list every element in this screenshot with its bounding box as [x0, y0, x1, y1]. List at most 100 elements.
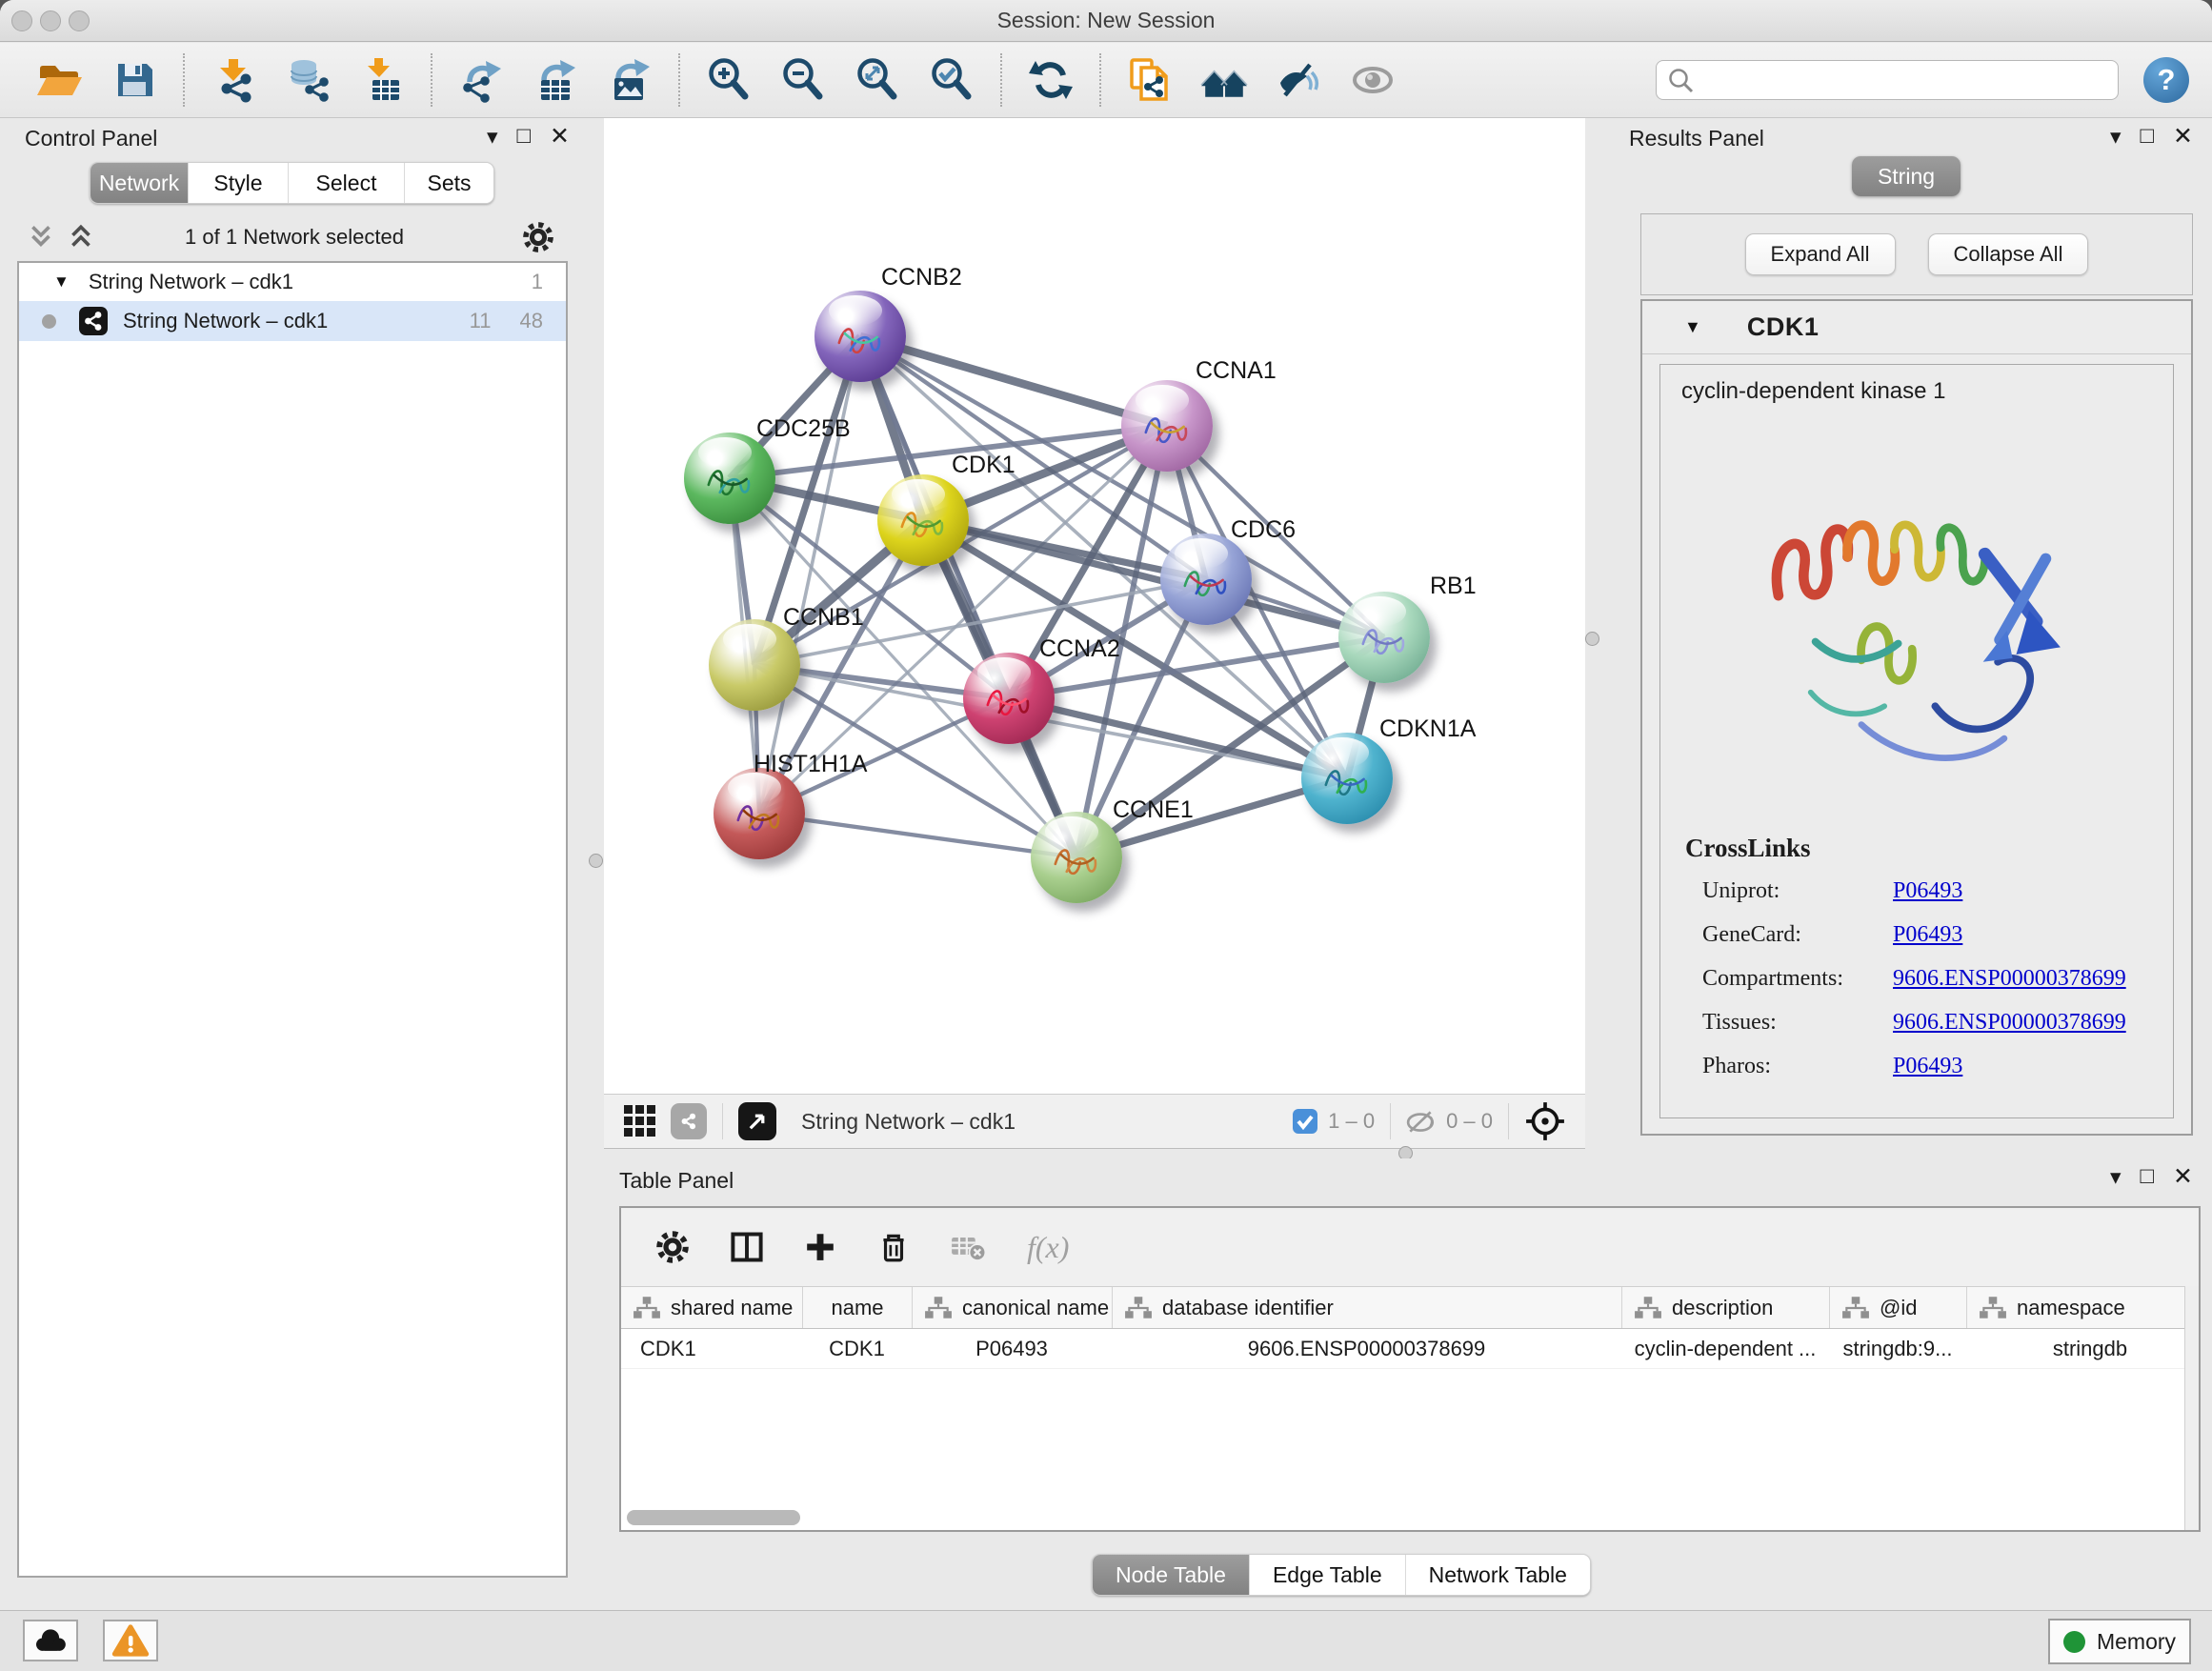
import-network-database-button[interactable]: [281, 53, 334, 107]
cell-name[interactable]: CDK1: [802, 1329, 912, 1368]
pharos-link[interactable]: P06493: [1893, 1044, 1962, 1088]
column-header-id[interactable]: @id: [1829, 1287, 1966, 1328]
vertical-splitter-left[interactable]: [589, 118, 604, 1610]
table-gear-icon[interactable]: [655, 1230, 690, 1264]
tab-sets[interactable]: Sets: [404, 163, 493, 203]
expand-all-button[interactable]: Expand All: [1745, 233, 1896, 275]
column-header-namespace[interactable]: namespace: [1966, 1287, 2201, 1328]
table-horizontal-scrollbar[interactable]: [627, 1510, 800, 1525]
import-network-file-button[interactable]: [207, 53, 260, 107]
panel-close-icon[interactable]: ✕: [2173, 1162, 2193, 1191]
panel-close-icon[interactable]: ✕: [550, 122, 570, 151]
fit-selected-crosshair-icon[interactable]: [1524, 1100, 1566, 1142]
node-CCNB2[interactable]: [814, 291, 906, 382]
gear-icon[interactable]: [522, 221, 554, 253]
cell-description[interactable]: cyclin-dependent ...: [1621, 1329, 1829, 1368]
edge-HIST1H1A-CCNE1[interactable]: [759, 814, 1076, 857]
cell-shared-name[interactable]: CDK1: [621, 1329, 802, 1368]
column-header-canonical-name[interactable]: canonical name: [912, 1287, 1112, 1328]
tab-style[interactable]: Style: [188, 163, 288, 203]
birds-eye-view-icon[interactable]: [738, 1102, 776, 1140]
tissues-link[interactable]: 9606.ENSP00000378699: [1893, 1000, 2126, 1044]
tab-string[interactable]: String: [1852, 156, 1961, 196]
panel-menu-icon[interactable]: ▾: [487, 124, 498, 150]
node-CCNE1[interactable]: [1031, 812, 1122, 903]
column-header-database-identifier[interactable]: database identifier: [1112, 1287, 1621, 1328]
network-collection-row[interactable]: ▼ String Network – cdk1 1: [19, 263, 566, 301]
compartments-link[interactable]: 9606.ENSP00000378699: [1893, 956, 2126, 1000]
column-header-description[interactable]: description: [1621, 1287, 1829, 1328]
clone-network-button[interactable]: [1123, 53, 1176, 107]
export-table-button[interactable]: [529, 53, 582, 107]
warnings-button[interactable]: [103, 1620, 158, 1661]
node-CCNA2[interactable]: [963, 653, 1055, 744]
zoom-in-button[interactable]: [702, 53, 755, 107]
panel-menu-icon[interactable]: ▾: [2110, 1164, 2122, 1190]
table-header-row: shared name name canonical name database…: [621, 1286, 2199, 1329]
horizontal-splitter[interactable]: [604, 1149, 1585, 1158]
zoom-selected-button[interactable]: [925, 53, 978, 107]
table-row[interactable]: CDK1 CDK1 P06493 9606.ENSP00000378699 cy…: [621, 1329, 2199, 1369]
genecard-link[interactable]: P06493: [1893, 913, 1962, 956]
section-expand-icon[interactable]: ▼: [1684, 317, 1701, 337]
node-CDK1[interactable]: [877, 474, 969, 566]
help-button[interactable]: ?: [2143, 57, 2189, 103]
edge-CCNB2-HIST1H1A[interactable]: [759, 336, 860, 814]
node-RB1[interactable]: [1338, 592, 1430, 683]
tab-edge-table[interactable]: Edge Table: [1249, 1555, 1405, 1595]
network-row-selected[interactable]: String Network – cdk1 11 48: [19, 301, 566, 341]
table-vertical-scrollbar[interactable]: [2184, 1286, 2199, 1530]
open-session-button[interactable]: [33, 53, 87, 107]
panel-float-icon[interactable]: □: [2141, 123, 2155, 150]
refresh-button[interactable]: [1024, 53, 1077, 107]
cell-database-identifier[interactable]: 9606.ENSP00000378699: [1112, 1329, 1621, 1368]
select-columns-icon[interactable]: [730, 1230, 764, 1264]
node-CDKN1A[interactable]: [1301, 733, 1393, 824]
node-CDC6[interactable]: [1160, 534, 1252, 625]
panel-float-icon[interactable]: □: [517, 123, 532, 150]
column-header-shared-name[interactable]: shared name: [621, 1287, 802, 1328]
tab-node-table[interactable]: Node Table: [1093, 1555, 1249, 1595]
vertical-splitter-right[interactable]: [1585, 118, 1600, 1158]
add-column-icon[interactable]: [804, 1231, 836, 1263]
export-image-button[interactable]: [603, 53, 656, 107]
panel-close-icon[interactable]: ✕: [2173, 122, 2193, 151]
delete-column-icon[interactable]: [876, 1230, 911, 1264]
column-header-name[interactable]: name: [802, 1287, 912, 1328]
gene-section-header[interactable]: ▼ CDK1: [1642, 301, 2191, 354]
zoom-out-button[interactable]: [776, 53, 830, 107]
home-button[interactable]: [1197, 53, 1251, 107]
collection-expand-icon[interactable]: ▼: [53, 272, 70, 292]
panel-float-icon[interactable]: □: [2141, 1163, 2155, 1190]
memory-button[interactable]: Memory: [2048, 1619, 2191, 1664]
edge-CCNB2-CCNA1[interactable]: [860, 336, 1167, 426]
grid-view-icon[interactable]: [623, 1104, 657, 1138]
fit-content-button[interactable]: [851, 53, 904, 107]
cell-canonical-name[interactable]: P06493: [912, 1329, 1112, 1368]
node-CCNB1[interactable]: [709, 619, 800, 711]
tab-network[interactable]: Network: [90, 163, 188, 203]
export-network-button[interactable]: [454, 53, 508, 107]
search-input[interactable]: [1656, 60, 2119, 100]
eye-button[interactable]: [1346, 53, 1399, 107]
cell-id[interactable]: stringdb:9...: [1829, 1329, 1966, 1368]
panel-menu-icon[interactable]: ▾: [2110, 124, 2122, 150]
selected-checkbox-icon[interactable]: [1292, 1108, 1318, 1135]
tab-network-table[interactable]: Network Table: [1405, 1555, 1590, 1595]
uniprot-link[interactable]: P06493: [1893, 869, 1962, 913]
splitter-handle[interactable]: [1585, 632, 1599, 646]
splitter-handle[interactable]: [589, 854, 603, 868]
network-canvas[interactable]: CCNB2CCNA1CDC25BCDK1CDC6RB1CCNB1CCNA2CDK…: [604, 118, 1585, 1094]
node-CCNA1[interactable]: [1121, 380, 1213, 472]
show-hide-button[interactable]: [1272, 53, 1325, 107]
save-session-button[interactable]: [108, 53, 161, 107]
node-HIST1H1A[interactable]: [714, 768, 805, 859]
tab-select[interactable]: Select: [288, 163, 404, 203]
import-table-file-button[interactable]: [355, 53, 409, 107]
network-share-view-icon[interactable]: [671, 1103, 707, 1139]
hidden-eye-slash-icon[interactable]: [1406, 1109, 1437, 1134]
cell-namespace[interactable]: stringdb: [1966, 1329, 2201, 1368]
collapse-all-button[interactable]: Collapse All: [1928, 233, 2089, 275]
cloud-status-button[interactable]: [23, 1620, 78, 1661]
node-CDC25B[interactable]: [684, 433, 775, 524]
